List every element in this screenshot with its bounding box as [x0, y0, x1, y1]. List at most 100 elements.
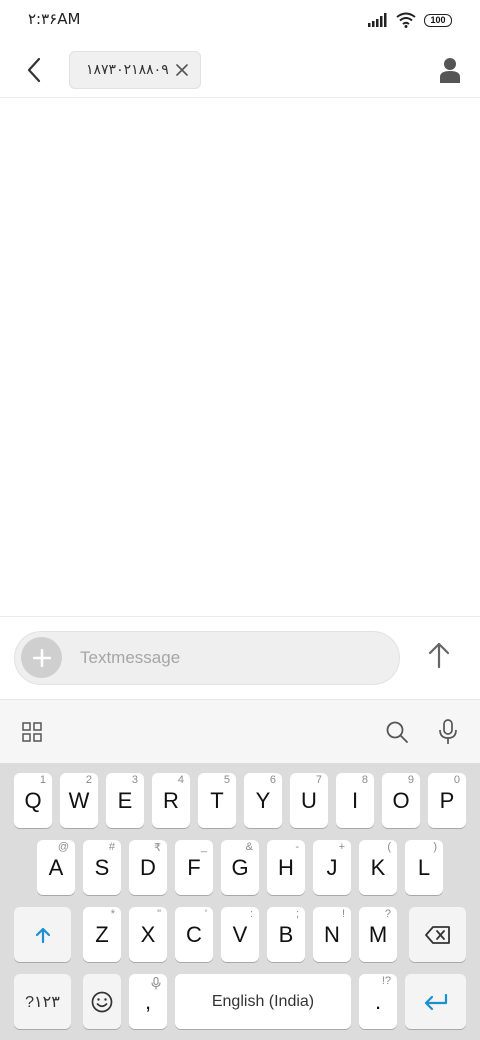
key-q-hint: 1 — [39, 774, 46, 786]
key-c[interactable]: C ' — [175, 907, 213, 962]
shift-arrow-icon — [35, 927, 50, 943]
key-u-hint: 7 — [315, 774, 322, 786]
key-z[interactable]: Z * — [83, 907, 121, 962]
backspace-key[interactable] — [409, 907, 466, 962]
key-i[interactable]: I8 — [336, 773, 374, 828]
key-s-label: S — [94, 854, 110, 880]
microphone-icon — [439, 719, 457, 744]
key-y[interactable]: Y6 — [244, 773, 282, 828]
close-icon[interactable] — [176, 64, 188, 76]
attach-button[interactable] — [21, 637, 62, 678]
key-n[interactable]: N! — [313, 907, 351, 962]
key-v[interactable]: V: — [221, 907, 259, 962]
contact-button[interactable] — [436, 55, 464, 85]
compose-divider — [0, 616, 480, 617]
key-k-hint: ( — [387, 841, 391, 853]
symbols-key[interactable]: ?۱۲۳ — [14, 974, 71, 1029]
key-x[interactable]: X " — [129, 907, 167, 962]
key-j-label: J — [326, 854, 338, 880]
space-key[interactable]: English (India) — [175, 974, 351, 1029]
voice-input-button[interactable] — [438, 719, 458, 745]
key-d-label: D — [140, 854, 156, 880]
key-d[interactable]: D ₹ — [129, 840, 167, 895]
key-e[interactable]: E3 — [106, 773, 144, 828]
key-m[interactable]: M? — [359, 907, 397, 962]
search-icon — [386, 721, 408, 743]
key-n-hint: ! — [341, 908, 345, 920]
key-j[interactable]: J + — [313, 840, 351, 895]
key-r[interactable]: R4 — [152, 773, 190, 828]
key-e-label: E — [117, 787, 133, 813]
key-d-hint: ₹ — [154, 842, 161, 854]
key-l[interactable]: L) — [405, 840, 443, 895]
key-x-label: X — [140, 921, 156, 947]
key-q-label: Q — [24, 787, 42, 813]
key-p-label: P — [439, 787, 455, 813]
key-b-hint: ; — [295, 908, 299, 920]
key-c-label: C — [186, 921, 202, 947]
backspace-icon — [424, 925, 450, 944]
key-a[interactable]: A @ — [37, 840, 75, 895]
period-key-hint: !? — [381, 975, 391, 987]
key-h-label: H — [278, 854, 294, 880]
period-key[interactable]: .!? — [359, 974, 397, 1029]
grid-icon — [22, 722, 42, 742]
key-r-hint: 4 — [177, 774, 184, 786]
key-b[interactable]: B; — [267, 907, 305, 962]
key-g-label: G — [231, 854, 249, 880]
key-q[interactable]: Q1 — [14, 773, 52, 828]
key-z-hint: * — [110, 908, 115, 920]
recipient-number: ۱۸۷۳۰۲۱۸۸۰۹ — [86, 62, 169, 78]
key-b-label: B — [278, 921, 294, 947]
key-m-hint: ? — [384, 908, 391, 920]
battery-icon: 100 — [424, 13, 452, 27]
key-p[interactable]: P0 — [428, 773, 466, 828]
key-v-label: V — [232, 921, 248, 947]
key-x-hint: " — [157, 908, 161, 920]
key-l-hint: ) — [433, 841, 437, 853]
key-o-label: O — [392, 787, 410, 813]
key-g[interactable]: G & — [221, 840, 259, 895]
apps-grid-button[interactable] — [22, 722, 42, 742]
keyboard-search-button[interactable] — [385, 720, 409, 744]
key-w-hint: 2 — [85, 774, 92, 786]
arrow-up-icon — [428, 642, 450, 669]
conversation-area — [0, 98, 480, 616]
wifi-icon — [396, 12, 416, 28]
key-t[interactable]: T5 — [198, 773, 236, 828]
recipient-chip[interactable]: ۱۸۷۳۰۲۱۸۸۰۹ — [69, 51, 201, 89]
key-h[interactable]: H- — [267, 840, 305, 895]
key-f-label: F — [187, 854, 201, 880]
key-l-label: L — [417, 854, 431, 880]
key-u-label: U — [301, 787, 317, 813]
small-microphone-icon — [151, 977, 161, 990]
back-button[interactable] — [18, 54, 50, 86]
key-n-label: N — [324, 921, 340, 947]
key-t-label: T — [210, 787, 224, 813]
status-time: ۲:۳۶AM — [28, 10, 81, 28]
key-z-label: Z — [95, 921, 109, 947]
key-u[interactable]: U7 — [290, 773, 328, 828]
comma-key[interactable]: , — [129, 974, 167, 1029]
person-icon — [440, 58, 460, 83]
key-o[interactable]: O9 — [382, 773, 420, 828]
enter-key[interactable] — [405, 974, 466, 1029]
message-input[interactable] — [80, 646, 380, 670]
key-a-label: A — [48, 854, 64, 880]
key-c-hint: ' — [204, 908, 207, 920]
plus-icon — [32, 648, 51, 667]
space-key-label: English (India) — [211, 992, 315, 1010]
shift-key[interactable] — [14, 907, 71, 962]
key-m-label: M — [368, 921, 388, 947]
key-v-hint: : — [249, 908, 253, 920]
key-g-hint: & — [245, 841, 253, 853]
key-k[interactable]: K( — [359, 840, 397, 895]
key-w[interactable]: W2 — [60, 773, 98, 828]
key-s[interactable]: S # — [83, 840, 121, 895]
send-button[interactable] — [424, 640, 454, 672]
key-s-hint: # — [108, 841, 115, 853]
key-f[interactable]: F _ — [175, 840, 213, 895]
emoji-key[interactable] — [83, 974, 121, 1029]
enter-icon — [424, 993, 447, 1010]
emoji-icon — [91, 991, 113, 1012]
